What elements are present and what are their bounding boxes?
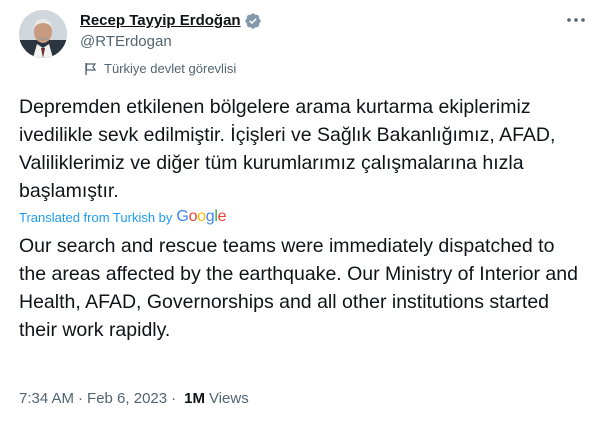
- views-count[interactable]: 1M: [184, 390, 205, 407]
- government-label-text: Türkiye devlet görevlisi: [104, 61, 237, 76]
- author-display-name[interactable]: Recep Tayyip Erdoğan: [80, 11, 241, 31]
- tweet-meta: 7:34 AM · Feb 6, 2023 · 1M Views: [19, 388, 249, 408]
- more-options-icon: [567, 18, 585, 22]
- government-label[interactable]: Türkiye devlet görevlisi: [84, 60, 262, 78]
- translation-attribution[interactable]: Translated from Turkish by Google: [19, 208, 227, 226]
- flag-icon: [84, 62, 98, 76]
- google-logo: Google: [176, 208, 227, 225]
- more-options-button[interactable]: [564, 10, 588, 30]
- tweet: Recep Tayyip Erdoğan @RTErdogan Türkiye …: [0, 0, 599, 421]
- views-label: Views: [208, 389, 249, 407]
- translation-attribution-label: Translated from Turkish by: [19, 209, 173, 225]
- author-name-row: Recep Tayyip Erdoğan: [80, 11, 262, 31]
- tweet-date[interactable]: Feb 6, 2023: [87, 390, 167, 407]
- meta-separator: ·: [171, 389, 177, 407]
- meta-separator: ·: [78, 389, 84, 407]
- avatar-image: [19, 10, 67, 58]
- avatar[interactable]: [19, 10, 67, 58]
- tweet-time[interactable]: 7:34 AM: [19, 390, 74, 407]
- verified-badge-icon[interactable]: [244, 12, 262, 30]
- author-handle[interactable]: @RTErdogan: [80, 32, 262, 52]
- tweet-original-text: Depremden etkilenen bölgelere arama kurt…: [19, 96, 556, 202]
- tweet-translated-text: Our search and rescue teams were immedia…: [19, 235, 578, 341]
- author-block: Recep Tayyip Erdoğan @RTErdogan Türkiye …: [80, 11, 262, 78]
